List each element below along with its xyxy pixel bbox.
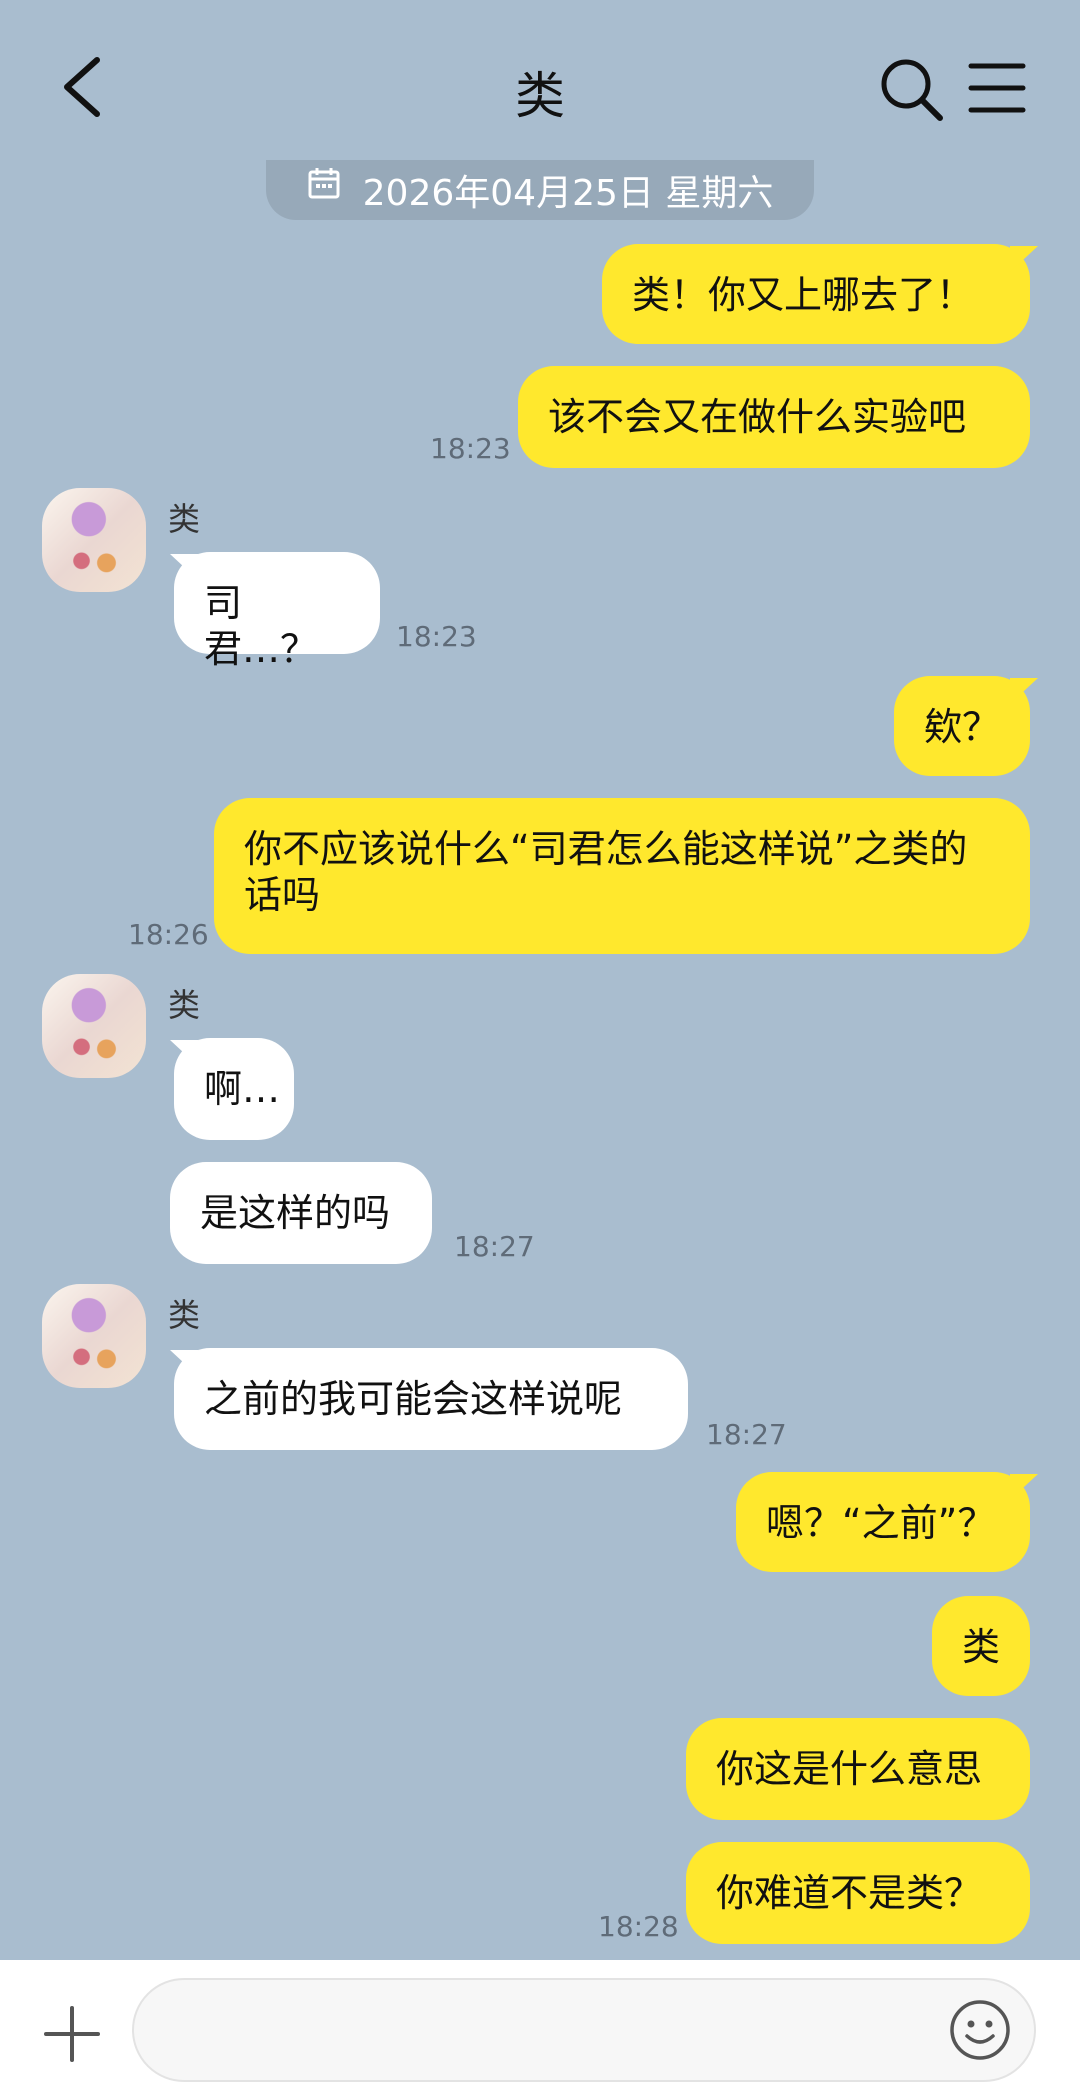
message-text: 该不会又在做什么实验吧 [548,395,967,439]
date-text: 2026年04月25日 星期六 [362,173,774,214]
outgoing-message[interactable]: 你难道不是类？ [686,1842,1030,1944]
message-text: 司君…？ [204,581,319,671]
message-input[interactable] [132,1978,1036,2082]
message-timestamp: 18:23 [430,432,511,465]
sender-name: 类 [168,500,201,538]
contact-avatar[interactable] [42,974,146,1078]
plus-icon[interactable] [42,2004,102,2064]
message-text: 是这样的吗 [200,1191,391,1235]
chat-header: 类 [0,0,1080,160]
message-text: 欸？ [924,705,1001,749]
sender-name: 类 [168,1296,201,1334]
message-text: 你不应该说什么“司君怎么能这样说”之类的话吗 [244,827,968,917]
outgoing-message[interactable]: 嗯？“之前”？ [736,1472,1030,1572]
incoming-message[interactable]: 啊… [174,1038,294,1140]
message-text: 类 [962,1625,1001,1669]
emoji-icon[interactable] [948,1998,1012,2062]
date-divider: 2026年04月25日 星期六 [266,160,814,220]
message-timestamp: 18:23 [396,620,477,653]
message-text: 类！你又上哪去了！ [632,273,975,317]
incoming-message[interactable]: 是这样的吗 [170,1162,432,1264]
outgoing-message[interactable]: 类 [932,1596,1030,1696]
incoming-message[interactable]: 之前的我可能会这样说呢 [174,1348,688,1450]
sender-name: 类 [168,986,201,1024]
hamburger-menu-icon[interactable] [968,60,1026,116]
message-timestamp: 18:27 [454,1230,535,1263]
message-timestamp: 18:26 [128,918,209,951]
contact-avatar[interactable] [42,1284,146,1388]
message-text: 啊… [204,1067,281,1111]
outgoing-message[interactable]: 你不应该说什么“司君怎么能这样说”之类的话吗 [214,798,1030,954]
outgoing-message[interactable]: 类！你又上哪去了！ [602,244,1030,344]
message-text: 你这是什么意思 [716,1747,983,1791]
message-timestamp: 18:27 [706,1418,787,1451]
message-text: 你难道不是类？ [716,1871,983,1915]
outgoing-message[interactable]: 该不会又在做什么实验吧 [518,366,1030,468]
message-text: 之前的我可能会这样说呢 [204,1377,623,1421]
search-icon[interactable] [878,56,944,122]
outgoing-message[interactable]: 你这是什么意思 [686,1718,1030,1820]
outgoing-message[interactable]: 欸？ [894,676,1030,776]
message-timestamp: 18:28 [598,1910,679,1943]
incoming-message[interactable]: 司君…？ [174,552,380,671]
message-text: 嗯？“之前”？ [766,1501,996,1545]
calendar-icon [308,168,340,199]
contact-avatar[interactable] [42,488,146,592]
